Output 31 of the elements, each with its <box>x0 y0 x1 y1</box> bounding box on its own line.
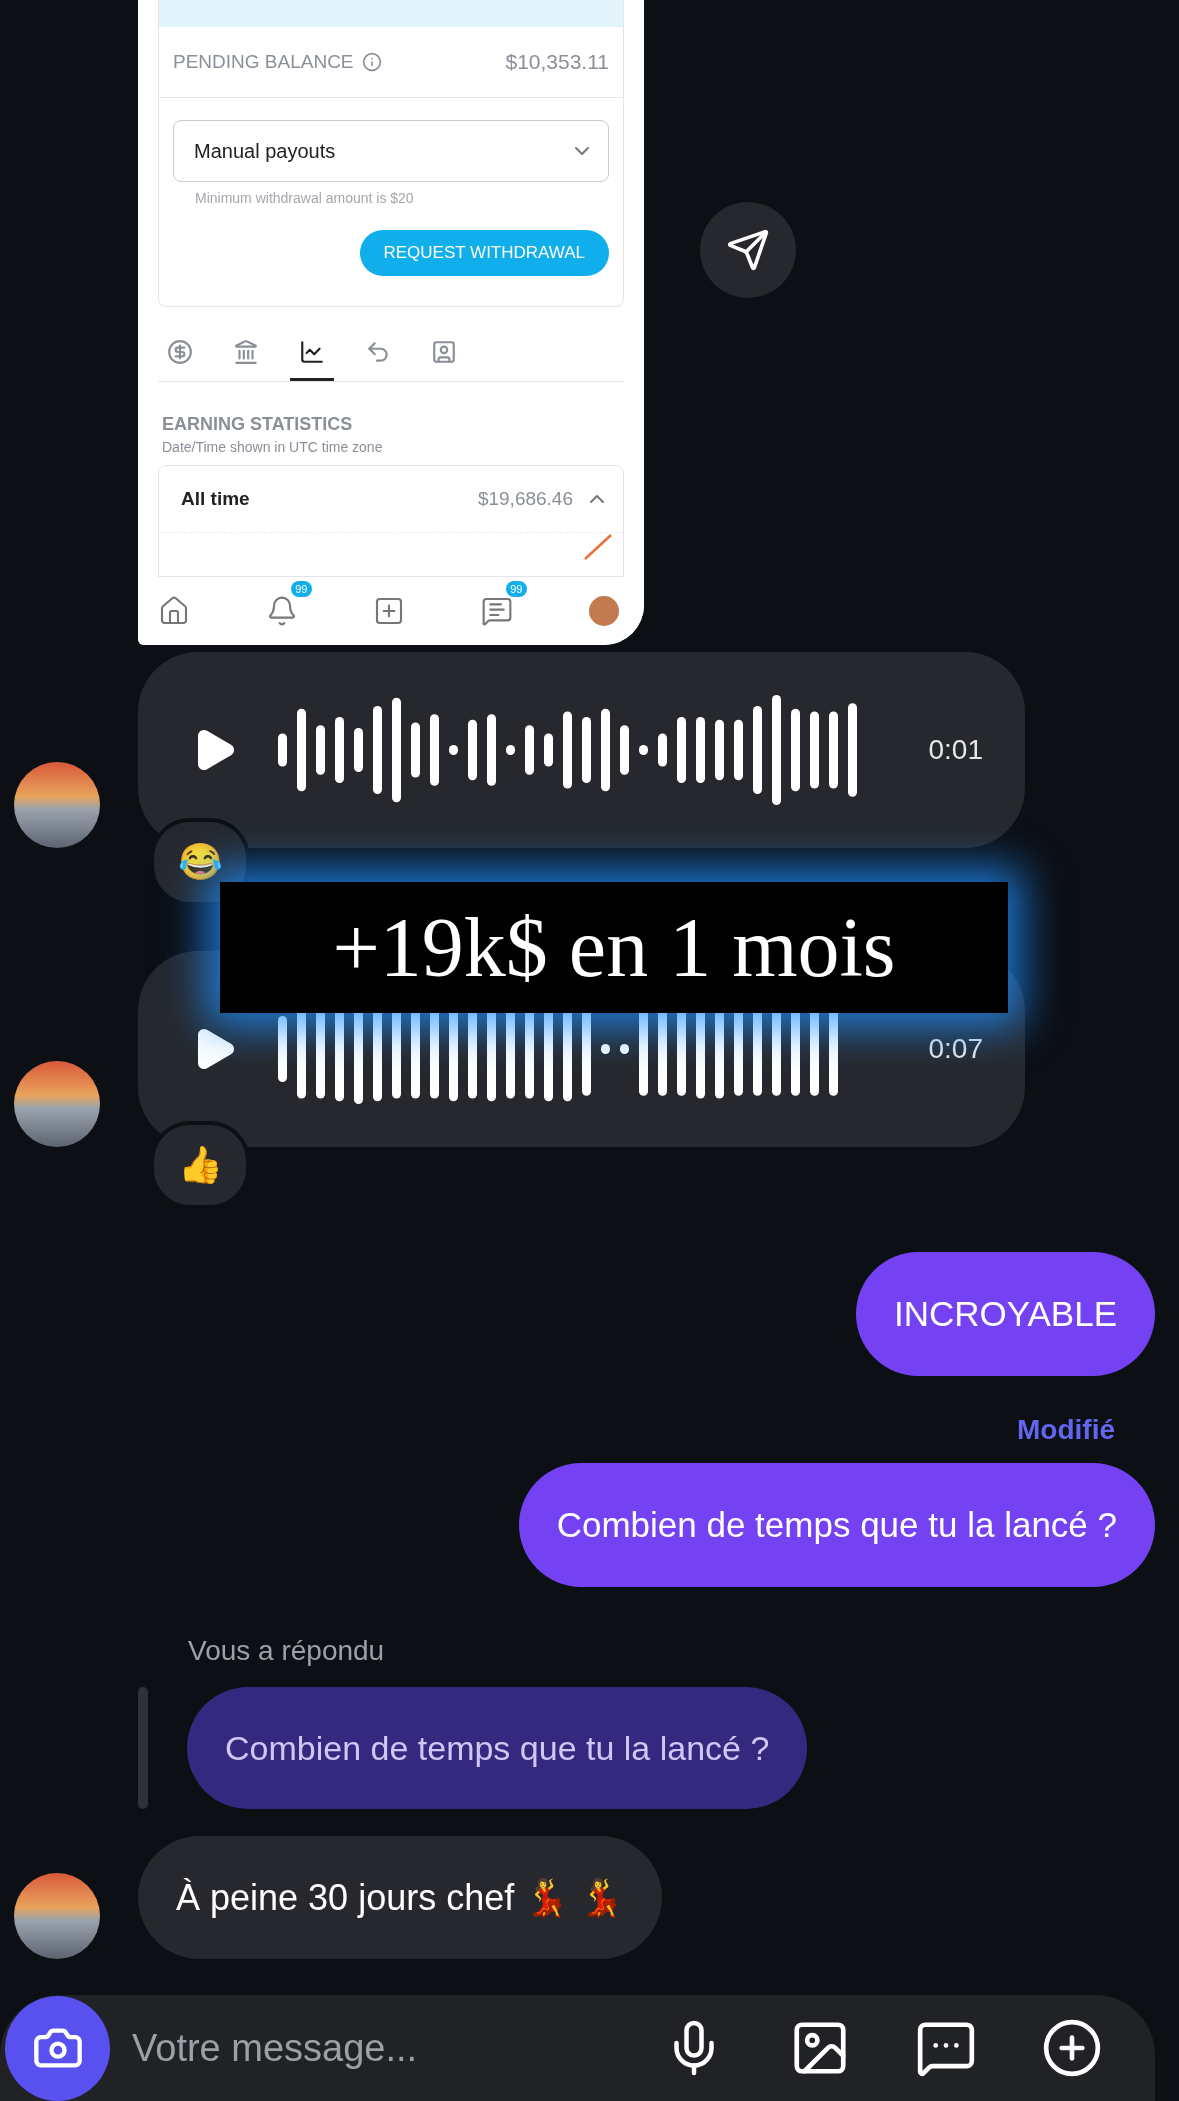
chat-icon[interactable] <box>480 595 513 627</box>
voice-duration: 0:07 <box>928 1033 983 1065</box>
dollar-icon <box>167 338 193 365</box>
stat-amount: $19,686.46 <box>477 488 573 510</box>
bank-icon <box>233 338 259 365</box>
edited-label: Modifié <box>1017 1414 1116 1446</box>
sent-message: INCROYABLE <box>855 1252 1155 1376</box>
chart-icon <box>299 338 325 365</box>
voice-duration: 0:01 <box>928 734 983 766</box>
pending-balance-value: $10,353.11 <box>505 50 609 74</box>
quoted-message: Combien de temps que tu la lancé ? <box>187 1687 808 1809</box>
add-icon[interactable] <box>373 595 405 627</box>
info-icon[interactable] <box>361 52 382 72</box>
pending-balance-label: PENDING BALANCE <box>173 51 382 73</box>
count-badge: 99 <box>506 581 527 597</box>
received-message: À peine 30 jours chef 💃 💃 <box>138 1836 663 1959</box>
contact-icon <box>431 338 457 365</box>
reply-label: Vous a répondu <box>188 1635 386 1667</box>
payout-select[interactable]: Manual payouts <box>173 120 609 182</box>
count-badge: 99 <box>291 581 312 597</box>
section-title: EARNING STATISTICS <box>162 414 354 435</box>
send-icon <box>726 228 770 272</box>
sent-message: Combien de temps que tu la lancé ? <box>518 1463 1155 1587</box>
home-icon[interactable] <box>158 595 190 627</box>
profile-avatar[interactable] <box>589 596 619 626</box>
section-subtitle: Date/Time shown in UTC time zone <box>162 439 384 455</box>
message-field[interactable]: Votre message... <box>130 2025 641 2071</box>
minimum-note: Minimum withdrawal amount is $20 <box>195 190 415 206</box>
stat-period: All time <box>181 488 251 510</box>
chart-line-drawing <box>583 533 613 561</box>
caption-overlay: +19k$ en 1 mois <box>220 882 1008 1013</box>
